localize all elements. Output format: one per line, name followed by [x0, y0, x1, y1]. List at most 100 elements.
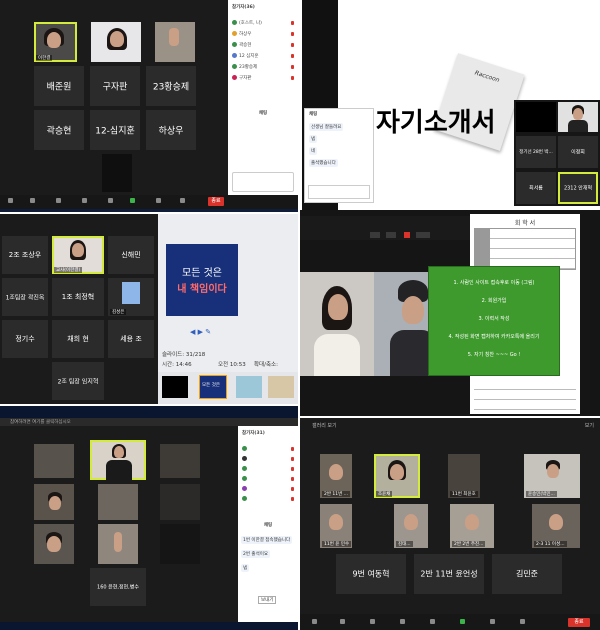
participant-tile[interactable]: 최서름: [516, 172, 556, 204]
mute-icon[interactable]: [8, 198, 13, 203]
participant-tile[interactable]: 이정희: [558, 136, 598, 168]
participant-tile[interactable]: 곽승현: [34, 110, 84, 150]
video-tile-teacher[interactable]: [300, 272, 374, 376]
video-tile[interactable]: 11번 최윤호: [448, 454, 480, 498]
slide-thumbnail[interactable]: [162, 376, 188, 398]
participant-name: 160 윤현,정현,병수: [97, 584, 139, 591]
participant-tile[interactable]: 김민준: [492, 554, 562, 594]
participant-tile[interactable]: 하상우: [146, 110, 196, 150]
video-tile[interactable]: [34, 444, 74, 478]
video-tile-teacher[interactable]: [558, 102, 598, 132]
participant-row[interactable]: [242, 486, 294, 493]
participant-row[interactable]: [242, 466, 294, 473]
slide-thumbnails: 모든 것은: [158, 372, 298, 404]
participant-tile[interactable]: 9번 여동혁: [336, 554, 406, 594]
participant-tile[interactable]: 160 윤현,정현,병수: [90, 568, 146, 606]
view-switch[interactable]: 갤러리 보기: [312, 422, 337, 429]
chat-icon[interactable]: [430, 619, 435, 624]
participant-tile[interactable]: 23황승제: [146, 66, 196, 106]
slide-thumbnail[interactable]: [236, 376, 262, 398]
participant-row[interactable]: [242, 496, 294, 503]
participant-tile[interactable]: 2조 팀장 임지혁: [52, 362, 104, 400]
participant-row[interactable]: 12 심지훈: [232, 53, 294, 60]
end-meeting-button[interactable]: 종료: [568, 618, 590, 627]
participant-tile[interactable]: 1조 최정혁: [52, 278, 104, 316]
participant-name: 최서름: [529, 185, 543, 192]
chat-input[interactable]: [232, 172, 294, 192]
send-button[interactable]: 보내기: [258, 596, 277, 604]
video-tile[interactable]: 윤송민(박민...: [524, 454, 580, 498]
video-tile-black[interactable]: [516, 102, 556, 132]
slide-thumbnail[interactable]: [268, 376, 294, 398]
record-icon[interactable]: [490, 619, 495, 624]
video-tile-active[interactable]: 조윤채: [374, 454, 420, 498]
participant-tile[interactable]: 세용 조: [108, 320, 154, 358]
participant-name: 12-심지훈: [95, 126, 135, 137]
participant-row[interactable]: 23황승제: [232, 64, 294, 71]
participant-tile[interactable]: 김성은: [108, 278, 154, 316]
raised-hand-icon: [169, 28, 179, 46]
avatar: [232, 64, 237, 69]
chat-icon[interactable]: [108, 198, 113, 203]
toolbar-button[interactable]: [386, 232, 396, 238]
participant-row[interactable]: 곽승현: [232, 42, 294, 49]
video-icon[interactable]: [340, 619, 345, 624]
reactions-icon[interactable]: [180, 198, 185, 203]
video-tile[interactable]: 2반 11번 ...: [320, 454, 352, 498]
slide-thumbnail-current[interactable]: 모든 것은: [199, 375, 227, 399]
video-tile[interactable]: [98, 524, 138, 564]
join-bar-text[interactable]: 참여하려면 여기를 클릭하십시오: [10, 419, 71, 425]
toolbar-button[interactable]: [370, 232, 380, 238]
video-tile[interactable]: [160, 444, 200, 478]
end-meeting-button[interactable]: 종료: [208, 197, 224, 206]
nav-arrows-icon[interactable]: ◀ ▶ ✎: [190, 328, 211, 336]
toolbar-button[interactable]: [416, 232, 430, 238]
video-tile[interactable]: 11번 윤 민수: [320, 504, 352, 548]
share-screen-icon[interactable]: [130, 198, 135, 203]
participant-tile[interactable]: 2312 안재혁: [558, 172, 598, 204]
record-icon[interactable]: [156, 198, 161, 203]
video-tile[interactable]: 김태...: [394, 504, 428, 548]
participant-tile[interactable]: 정기선 28번 박...: [516, 136, 556, 168]
participant-row[interactable]: [242, 476, 294, 483]
chat-input[interactable]: [308, 185, 370, 199]
participant-row[interactable]: 구자판: [232, 75, 294, 82]
share-screen-icon[interactable]: [460, 619, 465, 624]
video-tile[interactable]: 2-3 11 이성...: [532, 504, 580, 548]
video-tile[interactable]: 2반 2번 주진...: [450, 504, 494, 548]
participant-tile[interactable]: 정기수: [2, 320, 48, 358]
video-tile[interactable]: [160, 484, 200, 520]
participant-tile[interactable]: 1조팀장 곽진옥: [2, 278, 48, 316]
participant-row[interactable]: [242, 456, 294, 463]
mute-icon[interactable]: [312, 619, 317, 624]
video-tile[interactable]: [34, 484, 74, 520]
participant-tile[interactable]: 채희 현: [52, 320, 104, 358]
video-tile-hand[interactable]: [155, 22, 195, 62]
participant-tile[interactable]: 12-심지훈: [90, 110, 140, 150]
participant-tile[interactable]: 2반 11번 윤언성: [414, 554, 484, 594]
video-tile[interactable]: [160, 524, 200, 564]
video-tile[interactable]: [34, 524, 74, 564]
participant-row[interactable]: [242, 446, 294, 453]
participants-icon[interactable]: [400, 619, 405, 624]
instruction-line: 1. 사람인 사이트 접속후로 이동 (그림): [453, 280, 535, 286]
participant-tile[interactable]: 배준원: [34, 66, 84, 106]
participant-tile[interactable]: 구자판: [90, 66, 140, 106]
video-tile[interactable]: [98, 484, 138, 520]
participant-tile[interactable]: 신해민: [108, 236, 154, 274]
security-icon[interactable]: [370, 619, 375, 624]
reactions-icon[interactable]: [520, 619, 525, 624]
video-icon[interactable]: [30, 198, 35, 203]
participant-tile[interactable]: [102, 154, 132, 192]
view-toggle[interactable]: 보기: [585, 422, 594, 429]
participant-tile[interactable]: 2조 조상우: [2, 236, 48, 274]
participants-icon[interactable]: [82, 198, 87, 203]
video-tile-teacher[interactable]: [91, 22, 141, 62]
video-tile-host[interactable]: 교사(이한결): [52, 236, 104, 274]
video-tile-teacher[interactable]: [90, 440, 146, 480]
participant-row[interactable]: (호스트, 나): [232, 20, 294, 27]
participant-row[interactable]: 하상우: [232, 31, 294, 38]
security-icon[interactable]: [56, 198, 61, 203]
participant-tag: 조윤채: [376, 491, 393, 497]
video-tile-self[interactable]: 이한결: [34, 22, 77, 62]
